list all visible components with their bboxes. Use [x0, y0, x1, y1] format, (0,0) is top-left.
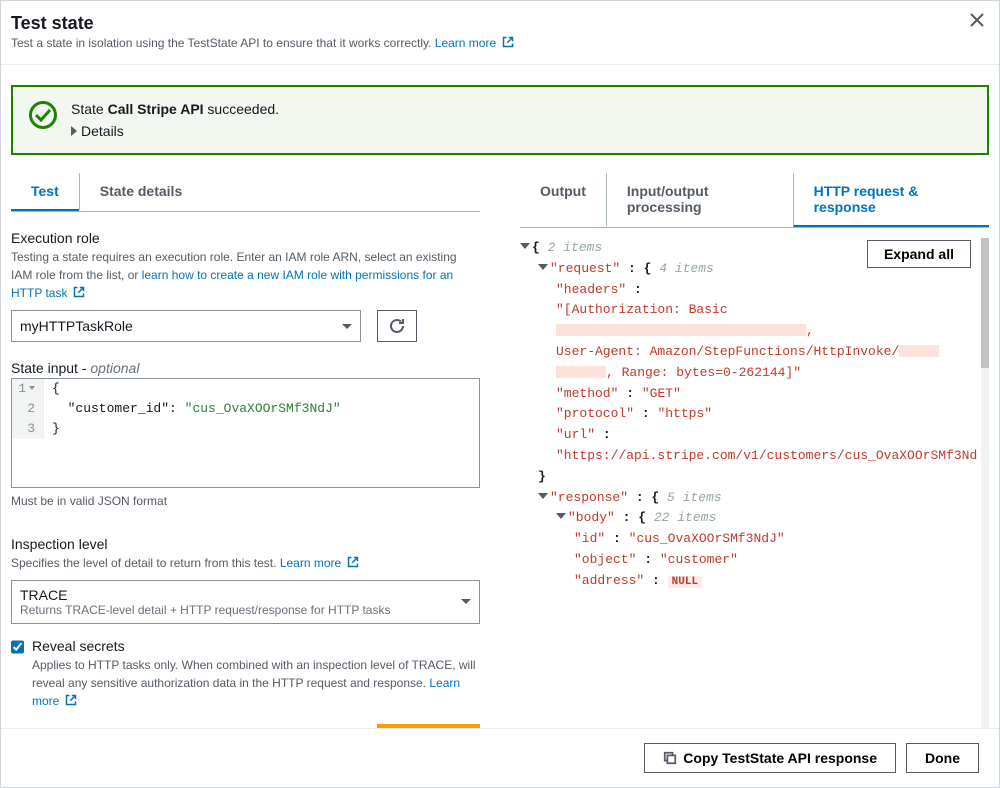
- tab-output[interactable]: Output: [520, 173, 606, 227]
- execution-role-section: Execution role Testing a state requires …: [11, 230, 480, 342]
- modal-title: Test state: [11, 13, 979, 34]
- expand-all-button[interactable]: Expand all: [867, 240, 971, 268]
- right-panel: Output Input/output processing HTTP requ…: [520, 155, 989, 728]
- inspection-learn-more-link[interactable]: Learn more: [280, 556, 359, 570]
- right-tabs: Output Input/output processing HTTP requ…: [520, 173, 989, 228]
- learn-more-link[interactable]: Learn more: [435, 36, 514, 50]
- caret-right-icon: [71, 126, 77, 136]
- inspection-level-label: Inspection level: [11, 536, 480, 552]
- left-tabs: Test State details: [11, 173, 480, 212]
- tab-test[interactable]: Test: [11, 173, 79, 211]
- refresh-icon: [388, 317, 406, 335]
- tab-state-details[interactable]: State details: [79, 173, 202, 211]
- tab-io-processing[interactable]: Input/output processing: [606, 173, 793, 227]
- test-state-modal: Test state Test a state in isolation usi…: [0, 0, 1000, 788]
- state-input-label: State input - optional: [11, 360, 480, 376]
- execution-role-select[interactable]: myHTTPTaskRole: [11, 310, 361, 342]
- caret-down-icon[interactable]: [520, 243, 530, 249]
- execution-role-label: Execution role: [11, 230, 480, 246]
- modal-subtitle: Test a state in isolation using the Test…: [11, 36, 979, 50]
- copy-icon: [663, 751, 677, 765]
- external-link-icon: [347, 556, 359, 568]
- external-link-icon: [65, 694, 77, 706]
- caret-down-icon[interactable]: [538, 493, 548, 499]
- execution-role-help: Testing a state requires an execution ro…: [11, 248, 480, 302]
- reveal-secrets-row: Reveal secrets Applies to HTTP tasks onl…: [11, 638, 480, 710]
- state-input-section: State input - optional 1 { 2 "customer_i…: [11, 360, 480, 518]
- tab-http[interactable]: HTTP request & response: [793, 173, 989, 227]
- reveal-secrets-help: Applies to HTTP tasks only. When combine…: [32, 656, 480, 710]
- caret-down-icon[interactable]: [556, 513, 566, 519]
- reveal-secrets-checkbox[interactable]: [11, 640, 24, 654]
- external-link-icon: [73, 286, 85, 298]
- reveal-secrets-label: Reveal secrets: [32, 638, 480, 654]
- left-panel: Test State details Execution role Testin…: [11, 155, 480, 728]
- inspection-level-select[interactable]: TRACE Returns TRACE-level detail + HTTP …: [11, 580, 480, 624]
- alert-message: State Call Stripe API succeeded.: [71, 101, 971, 117]
- done-button[interactable]: Done: [906, 743, 979, 773]
- scrollbar[interactable]: [981, 238, 989, 728]
- success-icon: [29, 101, 57, 129]
- json-constraint: Must be in valid JSON format: [11, 492, 480, 510]
- details-toggle[interactable]: Details: [71, 123, 971, 139]
- external-link-icon: [502, 36, 514, 48]
- refresh-roles-button[interactable]: [377, 310, 417, 342]
- copy-response-button[interactable]: Copy TestState API response: [644, 743, 896, 773]
- modal-header: Test state Test a state in isolation usi…: [1, 1, 999, 65]
- json-viewer[interactable]: Expand all { 2 items "request" : { 4 ite…: [520, 238, 977, 728]
- state-input-editor[interactable]: 1 { 2 "customer_id": "cus_OvaXOOrSMf3NdJ…: [11, 378, 480, 488]
- inspection-level-help: Specifies the level of detail to return …: [11, 554, 480, 572]
- caret-down-icon[interactable]: [538, 264, 548, 270]
- modal-footer: Copy TestState API response Done: [1, 728, 999, 787]
- inspection-level-section: Inspection level Specifies the level of …: [11, 536, 480, 624]
- success-alert: State Call Stripe API succeeded. Details: [11, 85, 989, 155]
- close-button[interactable]: [969, 11, 985, 34]
- fold-icon: [29, 386, 35, 390]
- close-icon: [969, 12, 985, 28]
